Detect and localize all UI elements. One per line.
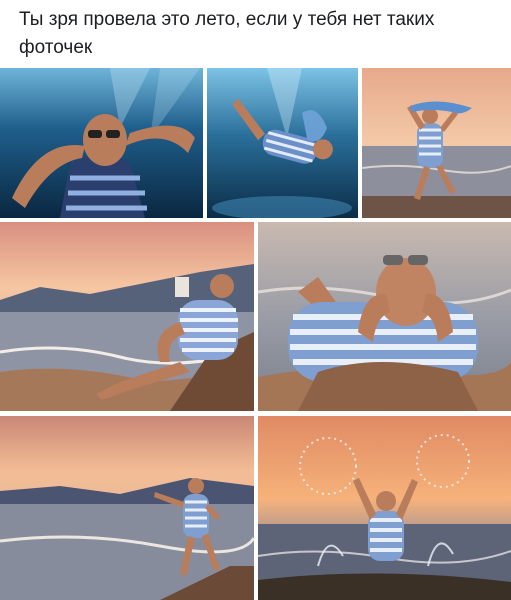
- photo-beach-reclining-image: [0, 222, 254, 411]
- photo-beach-splash-image: [258, 416, 511, 600]
- photo-beach-scarf[interactable]: [362, 68, 511, 218]
- photo-beach-scarf-image: [362, 68, 511, 218]
- photo-beach-splash[interactable]: [258, 416, 511, 600]
- photo-underwater-floating-image: [207, 68, 358, 218]
- photo-beach-walking[interactable]: [0, 416, 254, 600]
- photo-beach-walking-image: [0, 416, 254, 600]
- photo-underwater-floating[interactable]: [207, 68, 358, 218]
- photo-beach-lying-closeup-image: [258, 222, 511, 411]
- photo-beach-lying-closeup[interactable]: [258, 222, 511, 411]
- post-caption: Ты зря провела это лето, если у тебя нет…: [19, 9, 435, 58]
- photo-underwater-closeup[interactable]: [0, 68, 203, 218]
- photo-underwater-closeup-image: [0, 68, 203, 218]
- photo-beach-reclining[interactable]: [0, 222, 254, 411]
